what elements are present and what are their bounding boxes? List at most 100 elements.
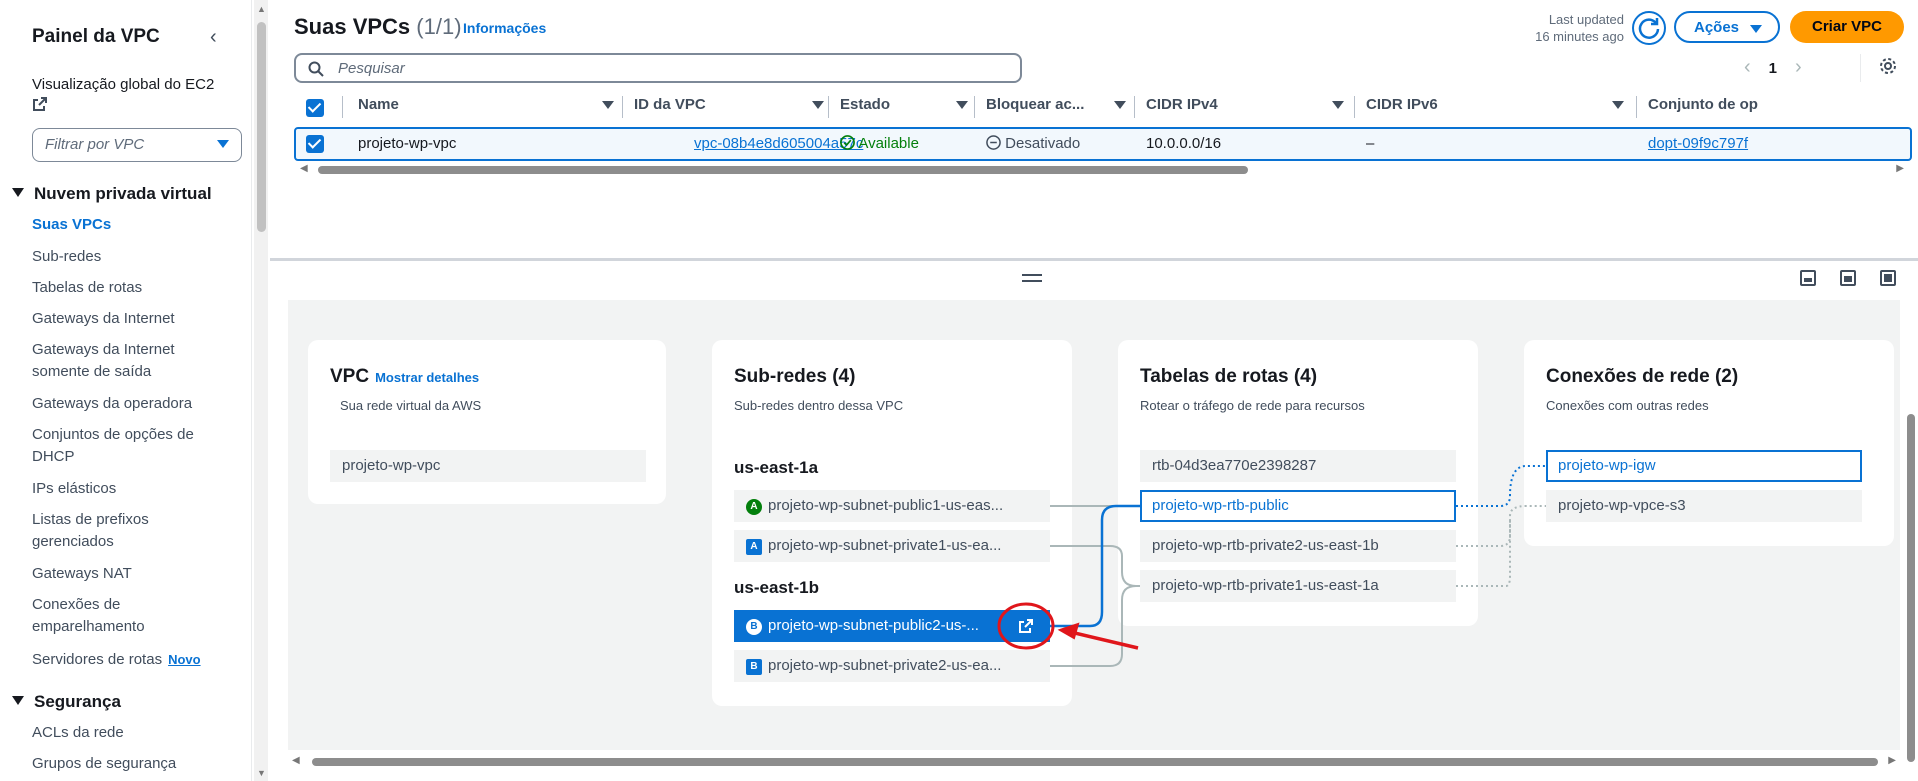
ec2-global-label: Visualização global do EC2	[32, 76, 215, 93]
column-header-cidr-ipv6[interactable]: CIDR IPv6	[1366, 96, 1628, 120]
scrollbar-thumb[interactable]	[257, 22, 266, 232]
scroll-left-icon[interactable]: ◀	[292, 755, 300, 766]
nav-section-vpc[interactable]: Nuvem privada virtual	[12, 184, 212, 204]
subnets-card: Sub-redes (4) Sub-redes dentro dessa VPC…	[712, 340, 1072, 706]
row-checkbox[interactable]	[306, 135, 324, 153]
subnet-chip-selected[interactable]: Bprojeto-wp-subnet-public2-us-...	[734, 610, 1050, 642]
external-link-icon[interactable]	[1018, 618, 1034, 634]
scroll-left-icon[interactable]: ◀	[300, 163, 308, 174]
drag-handle-icon[interactable]	[1022, 274, 1042, 282]
az-b-icon: B	[746, 659, 762, 675]
cell-name: projeto-wp-vpc	[358, 135, 457, 152]
next-page-icon[interactable]: ›	[1795, 56, 1802, 78]
column-divider	[974, 96, 975, 118]
info-link[interactable]: Informações	[463, 20, 546, 36]
sidebar-item-sub-redes[interactable]: Sub-redes	[32, 246, 222, 268]
cell-state: Available	[840, 135, 919, 152]
sidebar-item-suas-vpcs[interactable]: Suas VPCs	[32, 214, 222, 236]
column-divider	[828, 96, 829, 118]
map-horizontal-scrollbar[interactable]: ◀ ▶	[288, 755, 1900, 768]
sort-icon[interactable]	[1114, 101, 1126, 109]
scroll-right-icon[interactable]: ▶	[1896, 163, 1904, 174]
show-details-link[interactable]: Mostrar detalhes	[375, 370, 479, 385]
subnet-chip[interactable]: Aprojeto-wp-subnet-public1-us-eas...	[734, 490, 1050, 522]
connection-chip-highlighted[interactable]: projeto-wp-igw	[1546, 450, 1862, 482]
column-header-vpc-id[interactable]: ID da VPC	[634, 96, 826, 120]
sidebar-item-ips-elasticos[interactable]: IPs elásticos	[32, 478, 222, 500]
sidebar-item-servidores-rotas[interactable]: Servidores de rotas Novo	[32, 649, 222, 671]
sidebar-item-acls[interactable]: ACLs da rede	[32, 722, 222, 744]
search-input[interactable]: Pesquisar	[294, 53, 1022, 83]
route-table-chip[interactable]: projeto-wp-rtb-private2-us-east-1b	[1140, 530, 1456, 562]
nav-section-security[interactable]: Segurança	[12, 692, 121, 712]
sidebar-title: Painel da VPC	[32, 26, 160, 47]
panel-vertical-scrollbar[interactable]	[1904, 262, 1918, 781]
caret-down-icon	[12, 696, 24, 705]
minus-circle-icon	[986, 135, 1001, 150]
subnet-chip[interactable]: Aprojeto-wp-subnet-private1-us-ea...	[734, 530, 1050, 562]
scrollbar-thumb[interactable]	[312, 758, 1878, 766]
sidebar-item-gateways-saida[interactable]: Gateways da Internet somente de saída	[32, 339, 222, 383]
sidebar-item-gateways-nat[interactable]: Gateways NAT	[32, 563, 222, 585]
scroll-right-icon[interactable]: ▶	[1888, 755, 1896, 766]
prev-page-icon[interactable]: ‹	[1744, 56, 1751, 78]
az-b-icon: B	[746, 619, 762, 635]
sidebar-item-ec2-global[interactable]: Visualização global do EC2	[32, 74, 232, 119]
create-vpc-button[interactable]: Criar VPC	[1790, 11, 1904, 43]
connection-chip[interactable]: projeto-wp-vpce-s3	[1546, 490, 1862, 522]
main-content: Suas VPCs (1/1) Informações Last updated…	[270, 0, 1918, 781]
vpc-card: VPC Mostrar detalhes Sua rede virtual da …	[308, 340, 666, 504]
column-header-name[interactable]: Name	[358, 96, 616, 120]
sidebar-item-gateways-operadora[interactable]: Gateways da operadora	[32, 393, 222, 415]
scrollbar-thumb[interactable]	[318, 166, 1248, 174]
vpc-card-subtitle: Sua rede virtual da AWS	[340, 398, 482, 413]
route-table-chip-highlighted[interactable]: projeto-wp-rtb-public	[1140, 490, 1456, 522]
sort-icon[interactable]	[602, 101, 614, 109]
sidebar-item-grupos-seguranca[interactable]: Grupos de segurança	[32, 753, 222, 775]
vpc-chip[interactable]: projeto-wp-vpc	[330, 450, 646, 482]
check-circle-icon	[840, 135, 855, 150]
sidebar-item-emparelhamento[interactable]: Conexões de emparelhamento	[32, 594, 222, 638]
column-header-bloquear[interactable]: Bloquear ac...	[986, 96, 1126, 120]
select-all-checkbox[interactable]	[306, 99, 324, 117]
cell-vpc-id-link[interactable]: vpc-08b4e8d605004a57c	[694, 135, 863, 152]
gear-icon[interactable]	[1878, 56, 1898, 76]
cell-dhcp-link[interactable]: dopt-09f9c797f	[1648, 135, 1778, 152]
sort-icon[interactable]	[1332, 101, 1344, 109]
scroll-down-icon[interactable]: ▼	[257, 768, 266, 778]
connections-card-title: Conexões de rede (2)	[1546, 366, 1739, 387]
column-header-estado[interactable]: Estado	[840, 96, 970, 120]
subnets-card-title: Sub-redes (4)	[734, 366, 856, 387]
column-header-cidr-ipv4[interactable]: CIDR IPv4	[1146, 96, 1346, 120]
panel-full-icon[interactable]	[1880, 270, 1896, 286]
sort-icon[interactable]	[956, 101, 968, 109]
connections-card-subtitle: Conexões com outras redes	[1546, 398, 1709, 413]
sort-icon[interactable]	[812, 101, 824, 109]
panel-side-icon[interactable]	[1840, 270, 1856, 286]
route-table-chip[interactable]: rtb-04d3ea770e2398287	[1140, 450, 1456, 482]
az-a-icon: A	[746, 539, 762, 555]
sidebar-item-gateways-internet[interactable]: Gateways da Internet	[32, 308, 222, 330]
column-divider	[342, 96, 343, 118]
sidebar-item-listas-prefixos[interactable]: Listas de prefixos gerenciados	[32, 509, 222, 553]
vpc-filter-select[interactable]: Filtrar por VPC	[32, 128, 242, 162]
sidebar-item-dhcp[interactable]: Conjuntos de opções de DHCP	[32, 424, 222, 468]
sidebar-scrollbar[interactable]: ▲ ▼	[254, 0, 268, 781]
scroll-up-icon[interactable]: ▲	[257, 4, 266, 14]
scrollbar-thumb[interactable]	[1907, 414, 1915, 762]
subnet-chip[interactable]: Bprojeto-wp-subnet-private2-us-ea...	[734, 650, 1050, 682]
new-badge[interactable]: Novo	[168, 652, 201, 667]
refresh-button[interactable]	[1632, 11, 1666, 45]
page-number[interactable]: 1	[1769, 60, 1777, 77]
vpc-card-title: VPC Mostrar detalhes	[330, 366, 480, 387]
sort-icon[interactable]	[1612, 101, 1624, 109]
collapse-sidebar-icon[interactable]: ‹	[210, 26, 217, 49]
table-horizontal-scrollbar[interactable]: ◀ ▶	[300, 163, 1904, 176]
route-table-chip[interactable]: projeto-wp-rtb-private1-us-east-1a	[1140, 570, 1456, 602]
sidebar-item-tabelas-rotas[interactable]: Tabelas de rotas	[32, 277, 222, 299]
zone-label: us-east-1a	[734, 458, 819, 477]
subnets-card-subtitle: Sub-redes dentro dessa VPC	[734, 398, 904, 413]
actions-dropdown[interactable]: Ações	[1674, 11, 1780, 43]
column-header-dhcp[interactable]: Conjunto de op	[1648, 96, 1784, 120]
panel-bottom-icon[interactable]	[1800, 270, 1816, 286]
